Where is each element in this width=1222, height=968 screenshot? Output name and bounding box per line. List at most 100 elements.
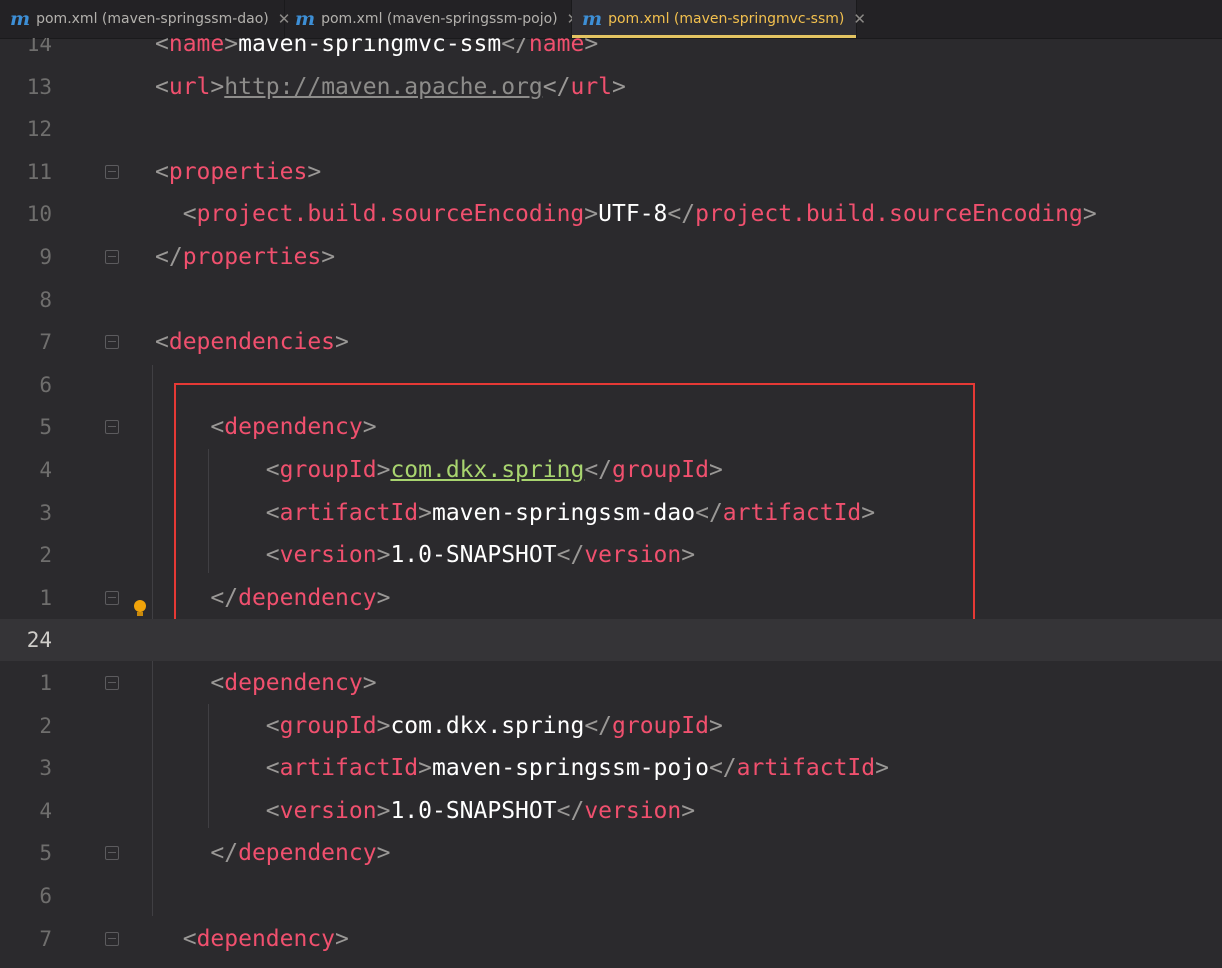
code-line[interactable]: 3 <artifactId>maven-springssm-pojo</arti… xyxy=(0,747,1222,789)
xml-text-value: maven-springssm-dao xyxy=(431,499,696,526)
line-number: 9 xyxy=(39,245,52,269)
xml-tag-name: name xyxy=(168,38,225,57)
fold-marker-icon[interactable] xyxy=(105,164,119,179)
xml-tag-name: artifactId xyxy=(736,755,876,782)
code-line[interactable]: 7 <dependencies> xyxy=(0,321,1222,363)
fold-marker-icon[interactable] xyxy=(105,420,119,435)
code-line[interactable]: 10 <project.build.sourceEncoding>UTF-8</… xyxy=(0,193,1222,235)
line-number: 6 xyxy=(39,884,52,908)
xml-tag-name: name xyxy=(528,38,585,57)
xml-bracket: </ xyxy=(542,73,571,100)
line-number: 3 xyxy=(39,500,52,525)
xml-bracket: < xyxy=(155,73,169,100)
xml-bracket: > xyxy=(584,201,599,228)
code-line[interactable]: 8 xyxy=(0,279,1222,321)
xml-bracket: < xyxy=(265,712,280,739)
xml-bracket: </ xyxy=(556,542,585,569)
xml-tag-name: dependencies xyxy=(168,329,336,356)
xml-tag-name: version xyxy=(279,542,377,569)
code-line[interactable]: 24 xyxy=(0,619,1222,662)
tab-pom-pojo[interactable]: m pom.xml (maven-springssm-pojo) ✕ xyxy=(285,0,579,38)
xml-tag-name: groupId xyxy=(279,712,377,739)
line-number: 4 xyxy=(39,458,52,482)
xml-tag-name: artifactId xyxy=(279,499,419,526)
line-number: 2 xyxy=(39,713,52,738)
xml-bracket: </ xyxy=(501,38,529,57)
code-line[interactable]: 5 <dependency> xyxy=(0,406,1222,448)
xml-bracket: > xyxy=(321,244,336,270)
xml-tag-name: dependency xyxy=(224,670,363,696)
xml-bracket: > xyxy=(708,712,723,739)
xml-bracket: > xyxy=(681,797,696,824)
xml-tag-name: artifactId xyxy=(722,499,862,526)
code-content: <version>1.0-SNAPSHOT</version> xyxy=(155,534,695,576)
xml-bracket: </ xyxy=(708,755,737,782)
code-content: <artifactId>maven-springssm-dao</artifac… xyxy=(155,492,875,534)
xml-bracket: </ xyxy=(584,712,613,739)
xml-bracket: > xyxy=(584,38,599,57)
code-line[interactable]: 11 <properties> xyxy=(0,151,1222,193)
line-number: 5 xyxy=(39,415,52,440)
fold-marker-icon[interactable] xyxy=(105,676,119,690)
fold-marker-icon[interactable] xyxy=(105,335,119,350)
code-line[interactable]: 9 </properties> xyxy=(0,236,1222,278)
line-number: 1 xyxy=(39,671,52,695)
code-content: </properties> xyxy=(155,236,335,278)
xml-bracket: < xyxy=(265,457,280,483)
fold-marker-icon[interactable] xyxy=(105,590,119,605)
code-content: <url>http://maven.apache.org</url> xyxy=(155,66,626,108)
xml-bracket: < xyxy=(265,755,280,782)
xml-bracket: > xyxy=(708,457,723,483)
xml-tag-name: properties xyxy=(182,244,322,270)
code-line[interactable]: 14 <name>maven-springmvc-ssm</name> xyxy=(0,38,1222,65)
code-line[interactable]: 2 <groupId>com.dkx.spring</groupId> xyxy=(0,705,1222,747)
code-content: <name>maven-springmvc-ssm</name> xyxy=(155,38,598,65)
close-icon[interactable]: ✕ xyxy=(853,10,866,28)
xml-bracket: > xyxy=(335,925,349,952)
xml-bracket: > xyxy=(362,414,377,441)
line-number: 12 xyxy=(26,117,52,142)
xml-text-value: maven-springssm-pojo xyxy=(431,755,709,782)
xml-tag-name: groupId xyxy=(279,457,377,483)
xml-bracket: < xyxy=(265,499,280,526)
xml-bracket: > xyxy=(418,499,432,526)
code-line[interactable]: 13 <url>http://maven.apache.org</url> xyxy=(0,66,1222,108)
code-content: <dependency> xyxy=(155,918,349,960)
code-line[interactable]: 3 <artifactId>maven-springssm-dao</artif… xyxy=(0,492,1222,534)
code-line[interactable]: 1 </dependency> xyxy=(0,577,1222,619)
code-content: <artifactId>maven-springssm-pojo</artifa… xyxy=(155,747,889,789)
xml-tag-name: dependency xyxy=(238,584,377,611)
code-line[interactable]: 4 <version>1.0-SNAPSHOT</version> xyxy=(0,790,1222,832)
code-content: <properties> xyxy=(155,151,321,193)
code-line[interactable]: 2 <version>1.0-SNAPSHOT</version> xyxy=(0,534,1222,576)
xml-bracket: > xyxy=(224,38,239,57)
code-line[interactable]: 6 xyxy=(0,364,1222,406)
tab-pom-ssm[interactable]: m pom.xml (maven-springmvc-ssm) ✕ xyxy=(572,0,866,38)
code-line[interactable]: 4 <groupId>com.dkx.spring</groupId> xyxy=(0,449,1222,491)
code-line[interactable]: 1 <dependency> xyxy=(0,662,1222,704)
xml-text-value: maven-springmvc-ssm xyxy=(238,38,502,57)
code-line[interactable]: 6 xyxy=(0,875,1222,917)
tab-pom-dao[interactable]: m pom.xml (maven-springssm-dao) ✕ xyxy=(0,0,290,38)
fold-marker-icon[interactable] xyxy=(105,250,119,264)
fold-marker-icon[interactable] xyxy=(105,846,119,861)
xml-bracket: > xyxy=(376,457,391,483)
xml-tag-name: artifactId xyxy=(279,755,419,782)
xml-text-value: 1.0-SNAPSHOT xyxy=(390,542,557,569)
code-editor[interactable]: 14 <name>maven-springmvc-ssm</name> 13 <url… xyxy=(0,38,1222,968)
fold-marker-icon[interactable] xyxy=(105,931,119,946)
code-line[interactable]: 7 <dependency> xyxy=(0,918,1222,960)
xml-bracket: </ xyxy=(667,201,696,228)
xml-tag-name: properties xyxy=(168,158,308,185)
code-content: </dependency> xyxy=(155,577,390,619)
xml-bracket: </ xyxy=(210,584,239,611)
code-line[interactable]: 12 xyxy=(0,108,1222,150)
xml-bracket: < xyxy=(265,542,280,569)
code-content: <dependency> xyxy=(155,662,376,704)
code-line[interactable]: 5 </dependency> xyxy=(0,832,1222,874)
xml-text-value: http://maven.apache.org xyxy=(224,73,543,100)
